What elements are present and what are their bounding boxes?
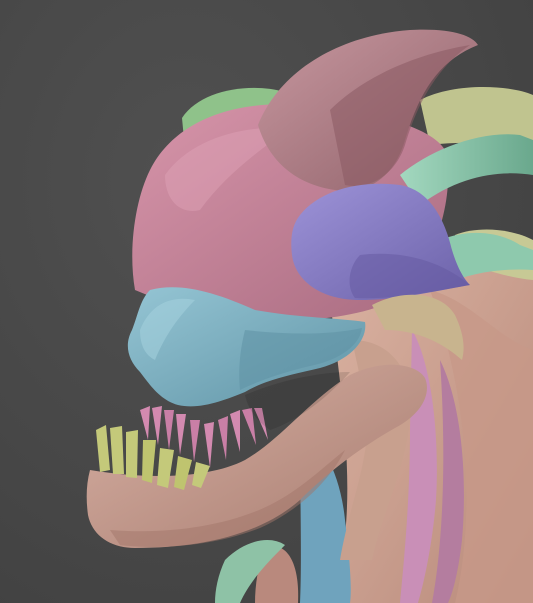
tooth-upper <box>164 410 174 450</box>
tooth-upper <box>204 422 214 468</box>
tooth-upper <box>190 420 200 462</box>
tooth-lower <box>110 426 124 474</box>
tooth-upper <box>230 410 240 452</box>
tooth-upper <box>140 406 150 440</box>
tooth-lower <box>96 425 110 472</box>
tooth-upper <box>218 416 228 460</box>
sculpt-viewport[interactable] <box>0 0 533 603</box>
tooth-lower <box>126 430 138 478</box>
tooth-upper <box>152 406 162 445</box>
tooth-upper <box>176 414 186 455</box>
creature-sculpt-render <box>86 29 533 603</box>
